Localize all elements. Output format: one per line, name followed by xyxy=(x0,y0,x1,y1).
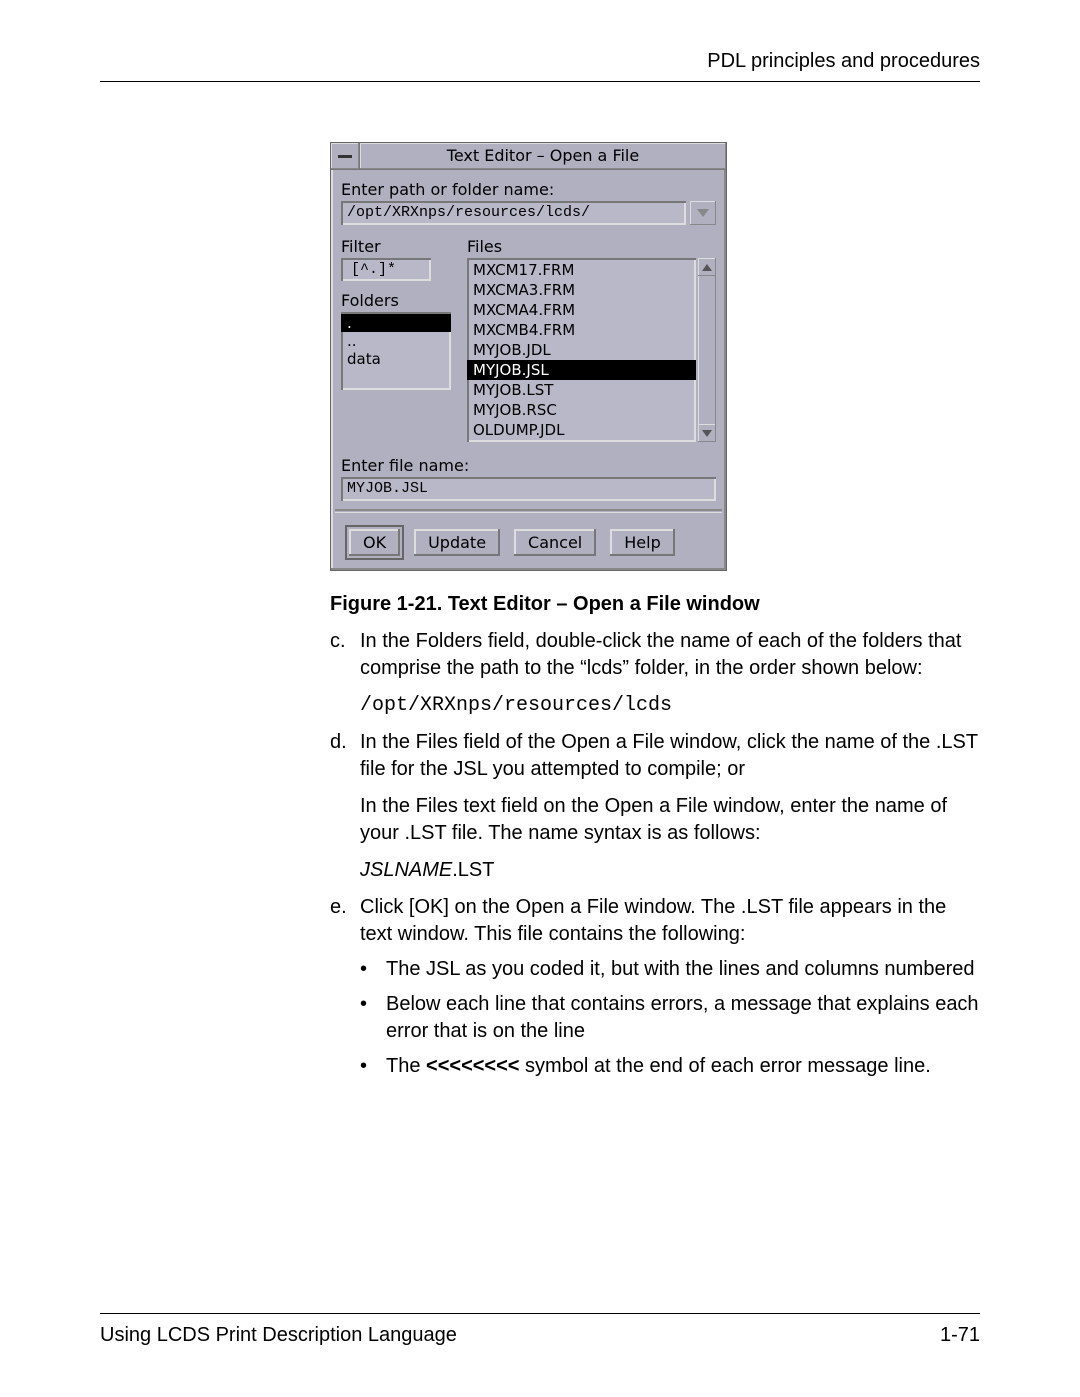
figure-caption: Figure 1-21. Text Editor – Open a File w… xyxy=(330,591,980,618)
path-dropdown-button[interactable] xyxy=(690,201,716,225)
file-item[interactable]: MXCMB4.FRM xyxy=(467,320,696,340)
body-text: Figure 1-21. Text Editor – Open a File w… xyxy=(330,591,980,1080)
dialog-title: Text Editor – Open a File xyxy=(360,143,726,169)
folders-label: Folders xyxy=(341,291,451,310)
footer-right: 1-71 xyxy=(940,1324,980,1347)
file-item[interactable]: MXCM17.FRM xyxy=(467,260,696,280)
syntax-line: JSLNAME.LST xyxy=(360,857,980,884)
bullet-dot-icon: • xyxy=(360,991,386,1045)
bullet-item: • Below each line that contains errors, … xyxy=(360,991,980,1045)
folder-item[interactable]: data xyxy=(341,350,451,368)
bullet-dot-icon: • xyxy=(360,1053,386,1080)
system-menu-icon[interactable] xyxy=(331,143,360,169)
cancel-button[interactable]: Cancel xyxy=(514,529,596,556)
bullet-text: The JSL as you coded it, but with the li… xyxy=(386,956,980,983)
help-button[interactable]: Help xyxy=(610,529,674,556)
open-file-dialog: Text Editor – Open a File Enter path or … xyxy=(330,142,727,571)
update-button[interactable]: Update xyxy=(414,529,500,556)
filename-input[interactable]: MYJOB.JSL xyxy=(341,477,716,501)
file-item[interactable]: MYJOB.LST xyxy=(467,380,696,400)
step-text: Click [OK] on the Open a File window. Th… xyxy=(360,894,980,948)
bullet-item: • The JSL as you coded it, but with the … xyxy=(360,956,980,983)
step-e: e. Click [OK] on the Open a File window.… xyxy=(330,894,980,948)
chevron-down-icon xyxy=(697,209,709,217)
file-item[interactable]: MYJOB.RSC xyxy=(467,400,696,420)
figure: Text Editor – Open a File Enter path or … xyxy=(330,142,980,571)
filter-label: Filter xyxy=(341,237,451,256)
ok-button[interactable]: OK xyxy=(349,529,400,556)
step-c: c. In the Folders field, double-click th… xyxy=(330,628,980,682)
bullet-item: • The <<<<<<<< symbol at the end of each… xyxy=(360,1053,980,1080)
file-item[interactable]: MYJOB.JDL xyxy=(467,340,696,360)
step-text: In the Folders field, double-click the n… xyxy=(360,628,980,682)
path-input[interactable]: /opt/XRXnps/resources/lcds/ xyxy=(341,201,686,225)
titlebar: Text Editor – Open a File xyxy=(331,143,726,170)
error-symbol: <<<<<<<< xyxy=(426,1055,519,1077)
folder-item[interactable]: .. xyxy=(341,332,451,350)
step-label: d. xyxy=(330,729,360,783)
page-footer: Using LCDS Print Description Language 1-… xyxy=(100,1313,980,1347)
step-text: In the Files field of the Open a File wi… xyxy=(360,729,980,783)
bullet-dot-icon: • xyxy=(360,956,386,983)
file-item[interactable]: MXCMA4.FRM xyxy=(467,300,696,320)
syntax-rest: .LST xyxy=(452,859,494,881)
syntax-italic: JSLNAME xyxy=(360,859,452,881)
files-list[interactable]: MXCM17.FRM MXCMA3.FRM MXCMA4.FRM MXCMB4.… xyxy=(467,258,696,442)
folder-item[interactable]: . xyxy=(341,314,451,332)
file-item[interactable]: MYJOB.JSL xyxy=(467,360,696,380)
bullet-text: Below each line that contains errors, a … xyxy=(386,991,980,1045)
footer-left: Using LCDS Print Description Language xyxy=(100,1324,457,1347)
step-label: e. xyxy=(330,894,360,948)
folders-list[interactable]: . .. data xyxy=(341,312,451,390)
bullet-text: The <<<<<<<< symbol at the end of each e… xyxy=(386,1053,980,1080)
scroll-up-icon[interactable] xyxy=(698,258,716,276)
step-d-para2: In the Files text field on the Open a Fi… xyxy=(360,793,980,847)
code-path: /opt/XRXnps/resources/lcds xyxy=(360,692,980,719)
files-label: Files xyxy=(467,237,716,256)
scroll-down-icon[interactable] xyxy=(698,424,716,442)
files-scrollbar[interactable] xyxy=(698,258,716,442)
separator xyxy=(335,509,722,513)
file-item[interactable]: OLDUMP.JDL xyxy=(467,420,696,440)
page-header: PDL principles and procedures xyxy=(100,50,980,82)
filter-input[interactable]: [^.]* xyxy=(341,258,431,281)
path-label: Enter path or folder name: xyxy=(341,180,716,199)
step-d: d. In the Files field of the Open a File… xyxy=(330,729,980,783)
filename-label: Enter file name: xyxy=(341,456,716,475)
step-label: c. xyxy=(330,628,360,682)
file-item[interactable]: MXCMA3.FRM xyxy=(467,280,696,300)
